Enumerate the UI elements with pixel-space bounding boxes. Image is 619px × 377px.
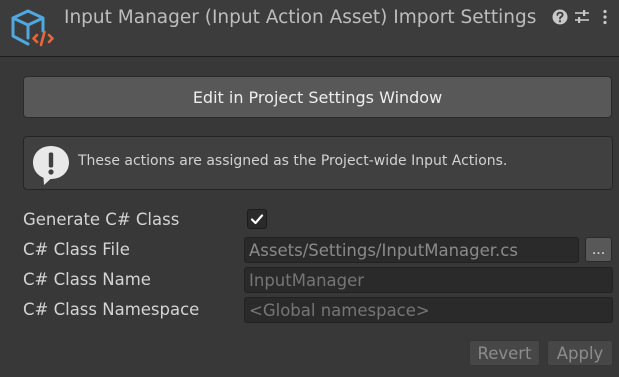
inspector-title: Input Manager (Input Action Asset) Impor… bbox=[64, 7, 537, 28]
generate-class-label: Generate C# Class bbox=[23, 210, 180, 229]
class-name-label: C# Class Name bbox=[23, 270, 151, 289]
class-file-label: C# Class File bbox=[23, 240, 130, 259]
preset-icon[interactable] bbox=[573, 8, 591, 26]
more-options-icon[interactable] bbox=[596, 8, 614, 26]
checkmark-icon bbox=[250, 214, 264, 225]
apply-button[interactable]: Apply bbox=[547, 340, 613, 366]
class-namespace-field[interactable] bbox=[244, 297, 613, 323]
class-file-field[interactable] bbox=[244, 237, 579, 263]
class-namespace-label: C# Class Namespace bbox=[23, 300, 200, 319]
project-wide-actions-help-box: These actions are assigned as the Projec… bbox=[23, 136, 613, 190]
input-action-asset-icon bbox=[11, 9, 54, 47]
help-icon[interactable] bbox=[551, 8, 569, 26]
edit-in-project-settings-button[interactable]: Edit in Project Settings Window bbox=[23, 76, 612, 118]
browse-class-file-button[interactable]: ... bbox=[585, 237, 612, 262]
help-message: These actions are assigned as the Projec… bbox=[78, 153, 508, 169]
generate-class-checkbox[interactable] bbox=[247, 209, 267, 229]
info-icon bbox=[33, 146, 69, 185]
revert-button[interactable]: Revert bbox=[469, 340, 540, 366]
class-name-field[interactable] bbox=[244, 267, 613, 293]
inspector-header: Input Manager (Input Action Asset) Impor… bbox=[0, 0, 619, 57]
